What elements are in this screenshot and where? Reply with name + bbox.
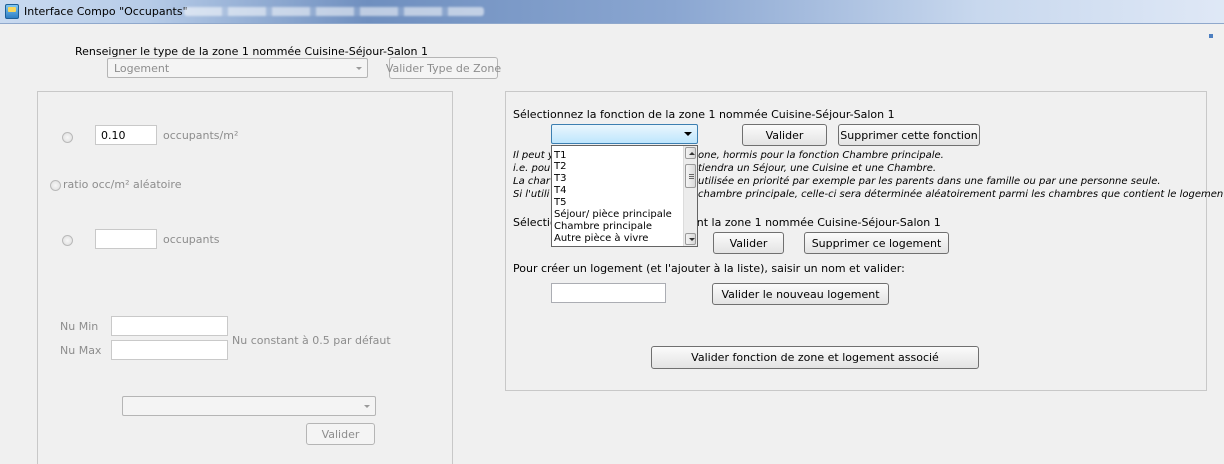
random-ratio-label: ratio occ/m² aléatoire <box>63 178 182 191</box>
validate-housing-button[interactable]: Valider <box>713 232 784 254</box>
dropdown-option[interactable]: T2 <box>554 161 566 172</box>
function-prompt: Sélectionnez la fonction de la zone 1 no… <box>513 108 895 121</box>
function-dropdown-list[interactable]: T1 T2 T3 T4 T5 Séjour/ pièce principale … <box>551 145 698 247</box>
arrow-down-icon <box>689 238 695 241</box>
dropdown-option[interactable]: T3 <box>554 173 566 184</box>
delete-housing-button[interactable]: Supprimer ce logement <box>804 232 949 254</box>
note-line-1-end: one, hormis pour la fonction Chambre pri… <box>698 150 944 161</box>
dropdown-option[interactable]: T5 <box>554 197 566 208</box>
zone-type-select[interactable]: Logement <box>107 58 368 78</box>
nu-min-input[interactable] <box>111 316 228 336</box>
function-select[interactable] <box>551 124 698 144</box>
validate-function-button[interactable]: Valider <box>742 124 827 146</box>
dropdown-option[interactable]: T4 <box>554 185 566 196</box>
validate-function-and-housing-button[interactable]: Valider fonction de zone et logement ass… <box>651 346 979 369</box>
chevron-down-icon <box>356 67 362 70</box>
occupants-unit-label: occupants <box>163 233 220 246</box>
chevron-down-icon <box>364 405 370 408</box>
dropdown-option[interactable]: Autre pièce à vivre <box>554 233 648 244</box>
window-title: Interface Compo "Occupants" <box>24 5 188 18</box>
left-panel-select[interactable] <box>122 396 376 416</box>
scroll-down-button[interactable] <box>685 233 696 245</box>
create-housing-prompt: Pour créer un logement (et l'ajouter à l… <box>513 262 905 275</box>
title-bar[interactable]: Interface Compo "Occupants" <box>0 0 1224 24</box>
validate-new-housing-button[interactable]: Valider le nouveau logement <box>712 283 889 305</box>
note-line-2-end: tiendra un Séjour, une Cuisine et une Ch… <box>698 163 937 174</box>
nu-min-label: Nu Min <box>60 320 99 333</box>
dropdown-option[interactable]: Séjour/ pièce principale <box>554 209 672 220</box>
density-input[interactable]: 0.10 <box>95 125 157 145</box>
zone-type-selected: Logement <box>114 62 170 75</box>
new-housing-name-input[interactable] <box>551 283 666 303</box>
left-panel-validate-button[interactable]: Valider <box>306 423 375 445</box>
grip-icon <box>689 174 694 179</box>
zone-type-prompt: Renseigner le type de la zone 1 nommée C… <box>75 45 428 58</box>
scroll-thumb[interactable] <box>685 164 696 188</box>
blurred-title-text <box>184 7 484 16</box>
dropdown-scrollbar[interactable] <box>683 146 697 246</box>
note-line-3-end: utilisée en priorité par exemple par les… <box>698 176 1161 187</box>
note-line-1-start: Il peut y <box>513 150 554 161</box>
note-line-3-start: La char <box>513 176 550 187</box>
arrow-up-icon <box>689 152 695 155</box>
note-line-2-start: i.e. pou <box>513 163 551 174</box>
density-radio[interactable] <box>62 132 73 143</box>
housing-prompt-end: ent la zone 1 nommée Cuisine-Séjour-Salo… <box>690 216 941 229</box>
dropdown-option[interactable]: Chambre principale <box>554 221 652 232</box>
window-edge-marker <box>1209 34 1213 38</box>
scroll-up-button[interactable] <box>685 147 696 159</box>
note-line-4-start: Si l'utili <box>513 189 550 200</box>
nu-max-input[interactable] <box>111 340 228 360</box>
app-icon <box>5 4 19 19</box>
note-line-4-end: chambre principale, celle-ci sera déterm… <box>698 189 1224 200</box>
delete-function-button[interactable]: Supprimer cette fonction <box>838 124 980 146</box>
random-ratio-radio[interactable] <box>50 180 61 191</box>
occupants-radio[interactable] <box>62 235 73 246</box>
dropdown-option[interactable]: T1 <box>554 150 566 161</box>
occupants-input[interactable] <box>95 229 157 249</box>
validate-zone-type-button[interactable]: Valider Type de Zone <box>386 57 501 79</box>
density-unit-label: occupants/m² <box>163 129 239 142</box>
chevron-down-icon <box>684 132 692 136</box>
nu-max-label: Nu Max <box>60 344 102 357</box>
nu-note-label: Nu constant à 0.5 par défaut <box>232 334 391 347</box>
